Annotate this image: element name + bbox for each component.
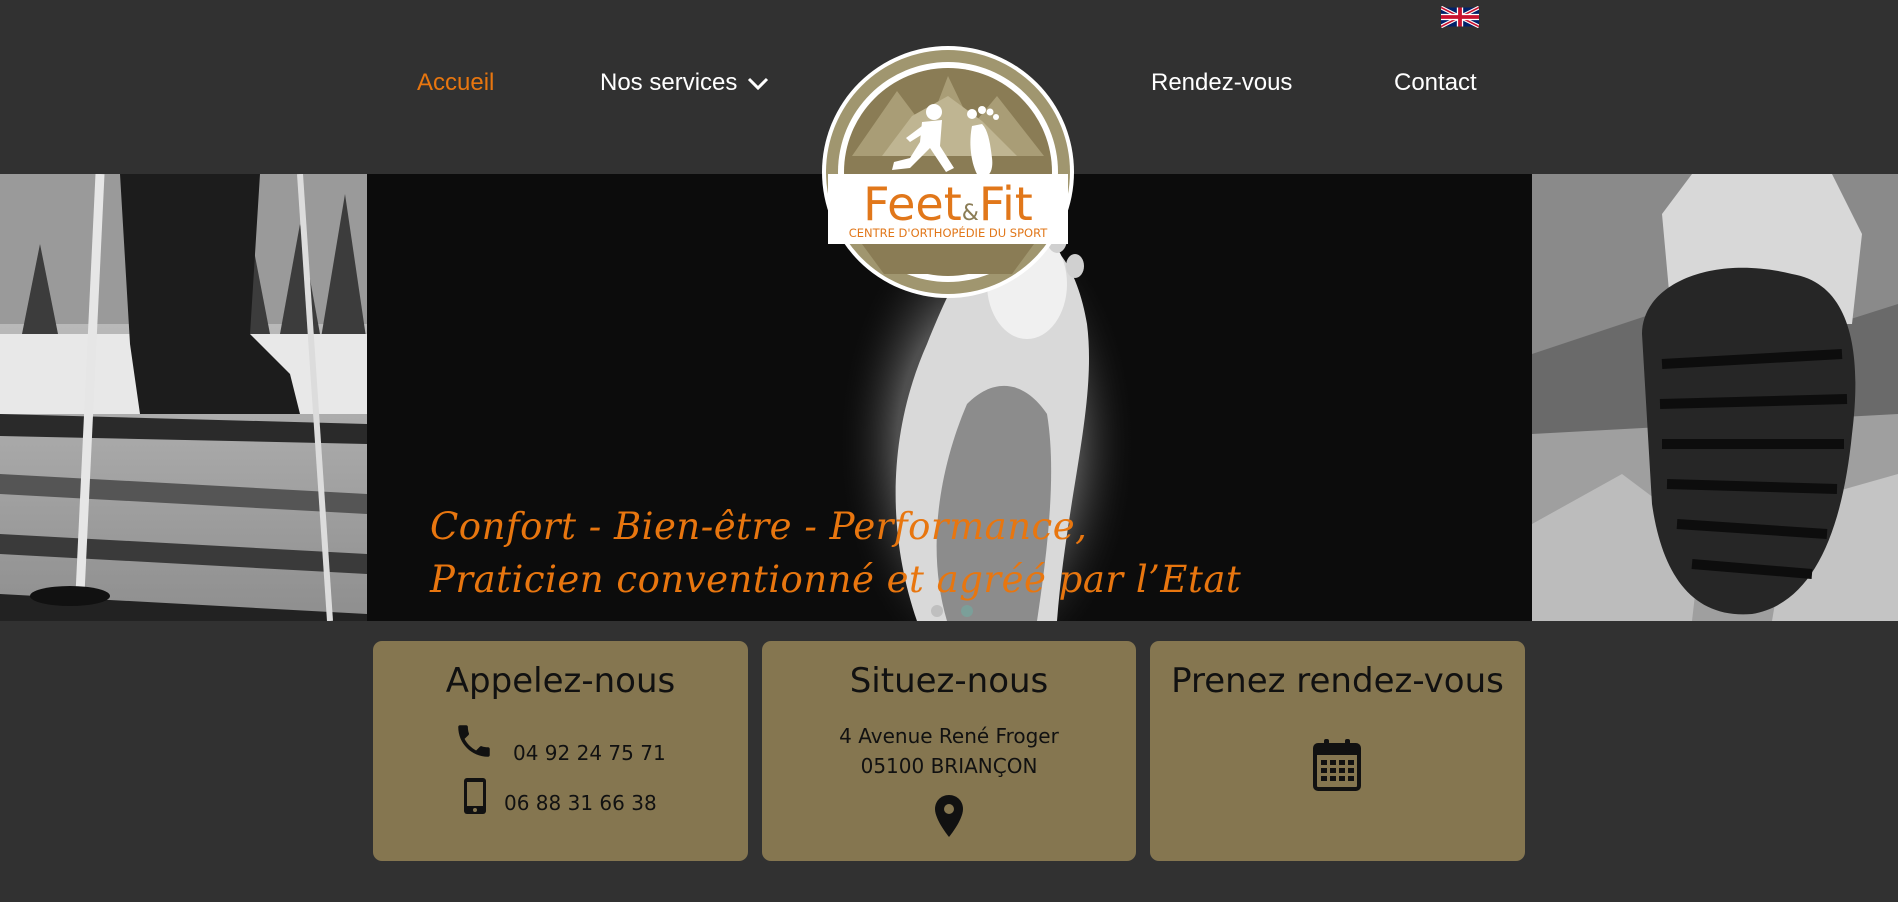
card-title: Situez-nous xyxy=(849,661,1049,701)
card-title: Appelez-nous xyxy=(445,661,676,701)
phone-number[interactable]: 04 92 24 75 71 xyxy=(513,741,666,765)
nav-item-rendez-vous[interactable]: Rendez-vous xyxy=(1151,68,1292,98)
card-title: Prenez rendez-vous xyxy=(1171,661,1504,701)
logo-subtitle: CENTRE D'ORTHOPÉDIE DU SPORT xyxy=(849,225,1049,240)
logo-wordmark: Feet&Fit xyxy=(863,177,1033,231)
chevron-down-icon xyxy=(748,77,769,90)
map-pin-icon xyxy=(935,795,963,837)
nav-item-accueil[interactable]: Accueil xyxy=(417,68,494,98)
mobile-phone-icon xyxy=(464,778,486,814)
address-line-2: 05100 BRIANÇON xyxy=(860,754,1038,778)
phone-icon xyxy=(458,725,490,757)
hiking-boot-image xyxy=(1532,174,1898,621)
hero-tagline-line2: Praticien conventionné et agréé par l’Et… xyxy=(430,558,1242,601)
slider-dot-1[interactable] xyxy=(931,605,943,617)
mobile-number[interactable]: 06 88 31 66 38 xyxy=(504,791,657,815)
calendar-icon xyxy=(1313,739,1361,791)
card-locate-us[interactable]: Situez-nous 4 Avenue René Froger 05100 B… xyxy=(762,641,1136,861)
slider-dot-2[interactable] xyxy=(961,605,973,617)
card-call-us[interactable]: Appelez-nous 04 92 24 75 71 06 88 31 66 … xyxy=(373,641,748,861)
address-line-1: 4 Avenue René Froger xyxy=(839,724,1059,748)
hero-tagline-line1: Confort - Bien-être - Performance, xyxy=(430,505,1088,548)
ski-boot-image xyxy=(0,174,367,621)
nav-item-label: Nos services xyxy=(600,69,738,96)
nav-item-contact[interactable]: Contact xyxy=(1394,68,1477,98)
uk-flag-icon[interactable] xyxy=(1441,6,1479,28)
feet-fit-logo[interactable]: Feet&Fit CENTRE D'ORTHOPÉDIE DU SPORT xyxy=(822,46,1074,298)
nav-item-nos-services[interactable]: Nos services xyxy=(600,68,769,98)
card-appointment[interactable]: Prenez rendez-vous xyxy=(1150,641,1525,861)
